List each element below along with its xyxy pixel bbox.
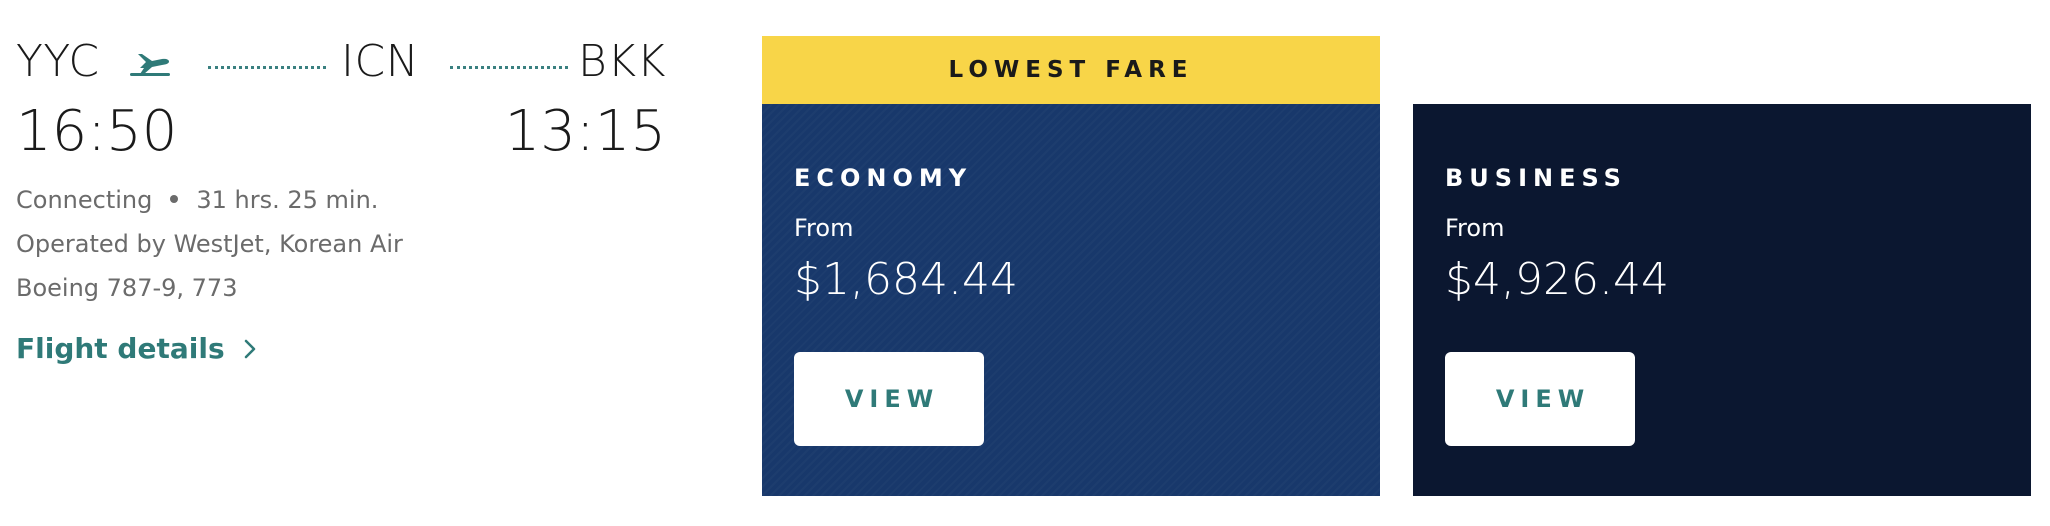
arrival-time: 13:15 [504, 99, 666, 164]
cabin-name: ECONOMY [794, 164, 973, 192]
origin-airport: YYC [16, 36, 100, 87]
view-economy-button[interactable]: VIEW [794, 352, 984, 446]
connection-info: Connecting 31 hrs. 25 min. [16, 178, 666, 222]
route-row: YYC ICN BKK [16, 36, 666, 98]
lowest-fare-banner: LOWEST FARE [762, 36, 1380, 104]
bullet-separator [170, 195, 179, 203]
aircraft-type: Boeing 787-9, 773 [16, 274, 238, 302]
route-dotted-line [450, 66, 568, 69]
stop-airport: ICN [341, 36, 420, 87]
airplane-icon [130, 54, 170, 76]
cabin-name: BUSINESS [1445, 164, 1627, 192]
fare-price: $1,684.44 [794, 254, 1018, 305]
departure-time: 16:50 [16, 99, 178, 164]
chevron-right-icon [244, 339, 255, 358]
business-fare-card[interactable]: BUSINESS From $4,926.44 VIEW [1413, 104, 2031, 496]
economy-fare-card[interactable]: ECONOMY From $1,684.44 VIEW [762, 104, 1380, 496]
from-label: From [794, 214, 854, 242]
connection-type: Connecting [16, 186, 153, 214]
times-row: 16:50 13:15 [16, 102, 666, 172]
operated-by: Operated by WestJet, Korean Air [16, 230, 403, 258]
route-dotted-line [208, 66, 326, 69]
flight-details-link[interactable]: Flight details [16, 332, 257, 365]
flight-duration: 31 hrs. 25 min. [196, 186, 379, 214]
flight-details-label: Flight details [16, 332, 225, 365]
view-business-button[interactable]: VIEW [1445, 352, 1635, 446]
fare-price: $4,926.44 [1445, 254, 1669, 305]
destination-airport: BKK [577, 36, 666, 87]
from-label: From [1445, 214, 1505, 242]
flight-summary: YYC ICN BKK 16:50 13:15 Connecting 31 hrs… [16, 36, 666, 366]
